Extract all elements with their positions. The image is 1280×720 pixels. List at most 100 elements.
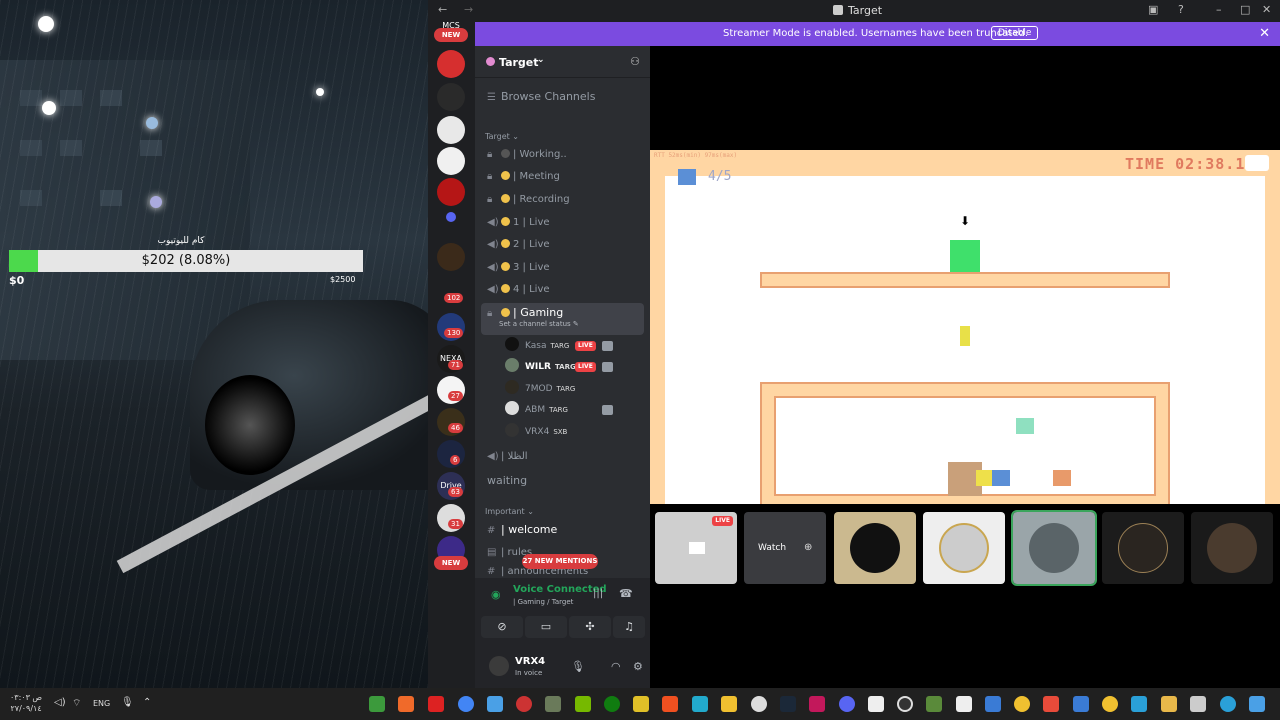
taskbar-clock[interactable]: ص ٠٣:٠٣ ٢٧/٠٩/١٤ — [10, 692, 42, 714]
microphone-icon[interactable]: 🎙︎ — [121, 697, 134, 708]
app-icon[interactable] — [516, 696, 532, 712]
app-icon[interactable] — [809, 696, 825, 712]
app-icon[interactable] — [545, 696, 561, 712]
avatar[interactable] — [489, 656, 509, 676]
close-window-icon[interactable]: ✕ — [1262, 3, 1271, 16]
chevron-up-icon[interactable]: ⌃ — [143, 697, 151, 708]
server-icon[interactable] — [437, 50, 465, 78]
stream-thumb[interactable]: LIVE — [655, 512, 737, 584]
participant-thumb[interactable] — [923, 512, 1005, 584]
channel-live-2[interactable]: ◀) 2 | Live — [481, 235, 644, 255]
app-icon[interactable] — [662, 696, 678, 712]
xbox-icon[interactable] — [604, 696, 620, 712]
discord-icon[interactable] — [839, 696, 855, 712]
channel-welcome[interactable]: # | welcome — [481, 520, 644, 540]
app-icon[interactable] — [985, 696, 1001, 712]
steam-icon[interactable] — [780, 696, 796, 712]
forward-icon[interactable]: → — [464, 3, 473, 16]
app-icon[interactable] — [692, 696, 708, 712]
volume-icon[interactable]: ◁) — [54, 697, 66, 708]
category-target[interactable]: Target ⌄ — [485, 132, 519, 141]
member-abm[interactable]: ABM TARG — [505, 400, 640, 420]
watch-stream-thumb[interactable]: Watch ⊕ — [744, 512, 826, 584]
channel-status[interactable]: Set a channel status ✎ — [499, 318, 579, 330]
app-icon[interactable] — [1073, 696, 1089, 712]
participant-thumb[interactable] — [1011, 510, 1097, 586]
language-indicator[interactable]: ENG — [93, 699, 110, 708]
server-icon[interactable] — [437, 178, 465, 206]
app-icon[interactable] — [1102, 696, 1118, 712]
avatar — [939, 523, 989, 573]
file-icon[interactable] — [956, 696, 972, 712]
channel-live-1[interactable]: ◀) 1 | Live — [481, 213, 644, 233]
chrome-icon[interactable] — [458, 696, 474, 712]
app-icon[interactable] — [897, 696, 913, 712]
browse-channels[interactable]: ☰ Browse Channels — [481, 87, 644, 107]
category-important[interactable]: Important ⌄ — [485, 507, 534, 516]
popout-icon[interactable]: ⊕ — [804, 542, 812, 553]
new-mentions-pill[interactable]: 27 NEW MENTIONS — [522, 554, 598, 569]
participant-thumb[interactable] — [1191, 512, 1273, 584]
soundboard-button[interactable]: ♫ — [613, 616, 645, 638]
signal-icon[interactable]: ◉ — [491, 588, 501, 601]
app-icon[interactable] — [1014, 696, 1030, 712]
gear-icon[interactable]: ⚙ — [633, 660, 643, 673]
server-icon[interactable] — [437, 243, 465, 271]
app-icon[interactable] — [926, 696, 942, 712]
activities-button[interactable]: ✣ — [569, 616, 611, 638]
member-7mod[interactable]: 7MOD TARG — [505, 379, 640, 399]
game-stream[interactable]: RTT 52ms(min) 97ms(max) TIME 02:38.1 4/5… — [650, 150, 1280, 504]
disable-button[interactable]: Disable — [991, 26, 1039, 40]
participant-thumb[interactable] — [1102, 512, 1184, 584]
microphone-icon[interactable]: 🎙︎ — [571, 660, 585, 673]
help-icon[interactable]: ? — [1178, 3, 1184, 16]
wifi-icon[interactable]: ⌔ — [72, 697, 81, 710]
headphones-icon[interactable]: ◠ — [611, 660, 621, 673]
app-icon[interactable] — [721, 696, 737, 712]
search-icon[interactable] — [1220, 696, 1236, 712]
channel-waiting[interactable]: waiting — [481, 471, 644, 491]
banner-close-icon[interactable]: ✕ — [1259, 26, 1270, 41]
maximize-icon[interactable]: □ — [1240, 3, 1250, 16]
voice-location[interactable]: | Gaming / Target — [513, 598, 573, 606]
noise-icon[interactable]: ||| — [593, 588, 603, 599]
app-icon[interactable] — [369, 696, 385, 712]
invite-icon[interactable]: ⚇ — [630, 55, 640, 68]
app-icon[interactable] — [751, 696, 767, 712]
member-wilr[interactable]: WILR TARG LIVE — [505, 357, 640, 377]
start-icon[interactable] — [1249, 696, 1265, 712]
channel-recording[interactable]: 🔒︎ | Recording — [481, 190, 644, 210]
channel-meeting[interactable]: 🔒︎ | Meeting — [481, 167, 644, 187]
opera-icon[interactable] — [428, 696, 444, 712]
camera-button[interactable]: ⊘ — [481, 616, 523, 638]
app-icon[interactable] — [1043, 696, 1059, 712]
minimize-icon[interactable]: – — [1216, 3, 1222, 16]
app-icon[interactable] — [868, 696, 884, 712]
new-pill-top[interactable]: NEW — [434, 28, 468, 42]
app-icon[interactable] — [487, 696, 503, 712]
channel-live-3[interactable]: ◀) 3 | Live — [481, 258, 644, 278]
nvidia-icon[interactable] — [575, 696, 591, 712]
app-icon[interactable] — [1190, 696, 1206, 712]
disconnect-icon[interactable]: ☎ — [619, 587, 633, 600]
app-icon[interactable] — [398, 696, 414, 712]
back-icon[interactable]: ← — [438, 3, 447, 16]
channel-working[interactable]: 🔒︎ | Working.. — [481, 145, 644, 165]
new-pill-bottom[interactable]: NEW — [434, 556, 468, 570]
screen-share-button[interactable]: ▭ — [525, 616, 567, 638]
app-icon[interactable] — [633, 696, 649, 712]
channel-live-4[interactable]: ◀) 4 | Live — [481, 280, 644, 300]
member-kasa[interactable]: Kasa TARG LIVE — [505, 336, 640, 356]
guild-header[interactable]: Target ⌄ ⚇ — [475, 46, 650, 78]
participant-thumb[interactable] — [834, 512, 916, 584]
app-icon[interactable] — [1131, 696, 1147, 712]
channel-nightly[interactable]: ◀) | الظلا — [481, 447, 644, 467]
member-vrx4[interactable]: VRX4 SXB — [505, 422, 640, 442]
inbox-icon[interactable]: ▣ — [1148, 3, 1158, 16]
server-icon[interactable] — [437, 147, 465, 175]
server-icon[interactable] — [437, 116, 465, 144]
server-icon[interactable] — [437, 83, 465, 111]
channel-gaming[interactable]: 🔒︎ | Gaming Set a channel status ✎ — [481, 303, 644, 335]
folder-icon[interactable] — [1161, 696, 1177, 712]
folder-icon[interactable] — [446, 212, 456, 222]
